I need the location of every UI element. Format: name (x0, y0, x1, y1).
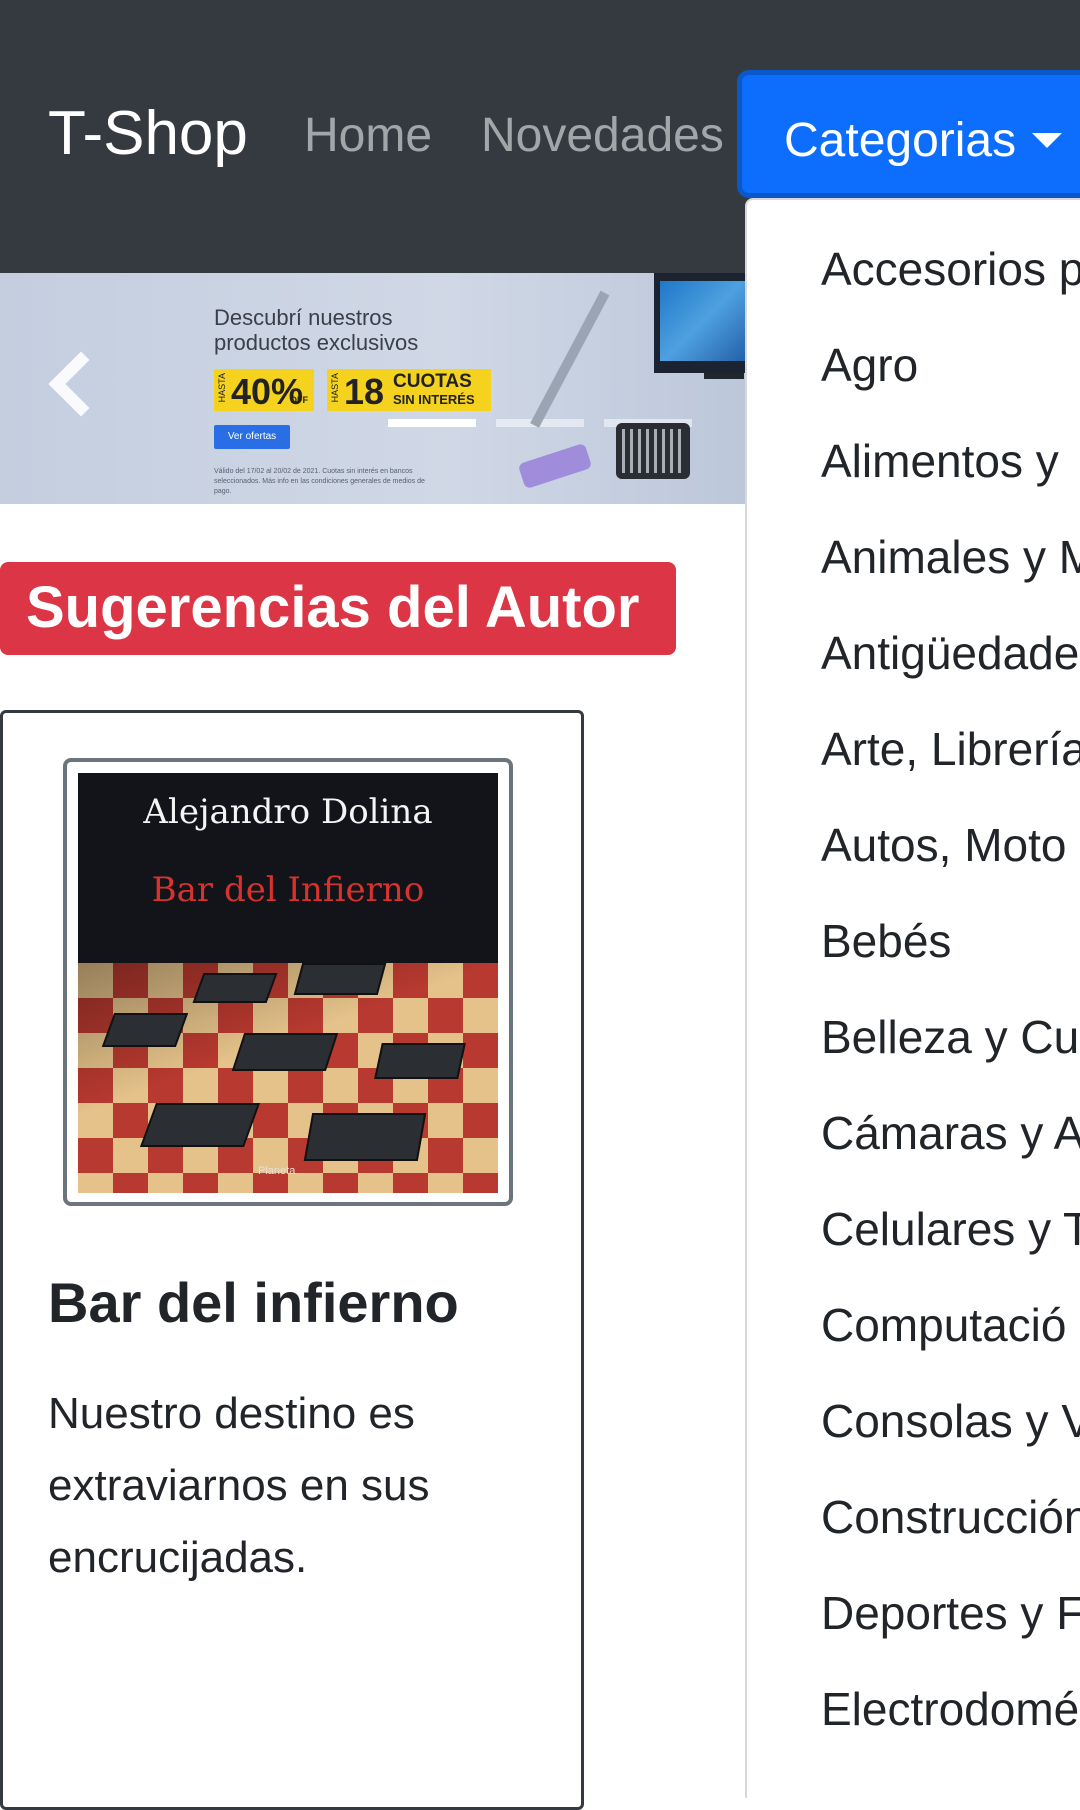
toolbox-image (616, 423, 690, 479)
categories-dropdown-menu: Accesorios p Agro Alimentos y Animales y M A… (745, 198, 1080, 1798)
carousel-indicator[interactable] (388, 419, 476, 427)
product-title[interactable]: Bar del infierno (48, 1270, 459, 1335)
banner-legal-text: Válido del 17/02 al 20/02 de 2021. Cuota… (214, 468, 425, 495)
brand-logo[interactable]: T-Shop (48, 98, 248, 169)
badge-discount-value: 40% (231, 371, 304, 412)
badge-prefix: HASTA (330, 373, 340, 403)
dropdown-item-category[interactable]: Animales y M (821, 530, 1080, 584)
dropdown-item-category[interactable]: Computació (821, 1298, 1066, 1352)
dropdown-item-category[interactable]: Accesorios p (821, 242, 1080, 296)
cover-tables (78, 943, 498, 1193)
promo-carousel[interactable]: Descubrí nuestros productos exclusivos H… (0, 273, 746, 504)
cover-author: Alejandro Dolina (143, 792, 433, 832)
monitor-image (654, 273, 746, 373)
dropdown-item-category[interactable]: Construcción (821, 1490, 1080, 1544)
banner-headline: Descubrí nuestros productos exclusivos (214, 305, 419, 355)
installments-badge: HASTA 18 CUOTAS SIN INTERÉS (327, 369, 491, 412)
categories-dropdown-button[interactable]: Categorias (737, 70, 1080, 198)
product-description: Nuestro destino es extraviarnos en sus e… (48, 1389, 430, 1582)
badge-installments-label: CUOTAS (393, 371, 472, 392)
see-offers-button[interactable]: Ver ofertas (214, 425, 290, 449)
dropdown-item-category[interactable]: Agro (821, 338, 918, 392)
cover-publisher: Planeta (258, 1165, 296, 1177)
book-cover-image[interactable]: Alejandro Dolina Bar del Infierno Planet… (78, 773, 498, 1193)
dropdown-item-category[interactable]: Antigüedade (821, 626, 1079, 680)
dropdown-item-category[interactable]: Bebés (821, 914, 951, 968)
dropdown-item-category[interactable]: Autos, Moto (821, 818, 1066, 872)
badge-installments-value: 18 (344, 371, 385, 412)
dropdown-item-category[interactable]: Arte, Librería (821, 722, 1080, 776)
nav-link-novedades[interactable]: Novedades (481, 108, 724, 163)
dropdown-item-category[interactable]: Celulares y T (821, 1202, 1080, 1256)
section-title-badge: Sugerencias del Autor (0, 562, 676, 655)
badge-installments-sublabel: SIN INTERÉS (393, 392, 475, 407)
dropdown-item-category[interactable]: Electrodomé (821, 1682, 1079, 1736)
cover-title: Bar del Infierno (151, 870, 425, 910)
dropdown-item-category[interactable]: Cámaras y A (821, 1106, 1080, 1160)
caret-down-icon (1032, 133, 1062, 148)
monitor-stand-image (704, 373, 744, 379)
dropdown-item-category[interactable]: Belleza y Cu (821, 1010, 1079, 1064)
categories-dropdown-label: Categorias (784, 114, 1017, 167)
section-title: Sugerencias del Autor (26, 575, 640, 640)
discount-badge: HASTA 40% OFF (214, 369, 314, 412)
nav-link-home[interactable]: Home (304, 108, 432, 163)
dropdown-item-category[interactable]: Alimentos y (821, 434, 1059, 488)
dropdown-item-category[interactable]: Consolas y V (821, 1394, 1080, 1448)
badge-suffix: OFF (290, 395, 308, 405)
badge-prefix: HASTA (217, 373, 227, 403)
dropdown-item-category[interactable]: Deportes y F (821, 1586, 1080, 1640)
